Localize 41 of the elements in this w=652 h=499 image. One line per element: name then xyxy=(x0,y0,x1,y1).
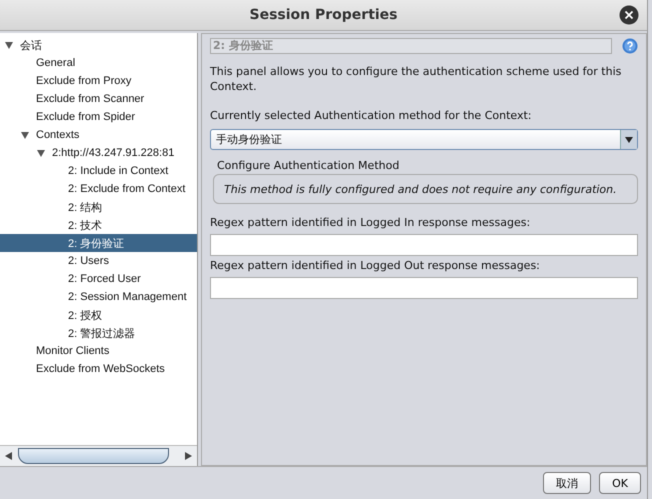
logged-out-field[interactable] xyxy=(210,277,638,299)
scroll-left-icon[interactable] xyxy=(4,451,14,461)
logged-in-label: Regex pattern identified in Logged In response messages: xyxy=(210,216,532,231)
tree-item[interactable]: 2: Session Management xyxy=(68,291,187,303)
tree-item[interactable]: 2: Include in Context xyxy=(68,165,168,177)
tree-item[interactable]: 2: Forced User xyxy=(68,273,141,285)
expand-arrow-icon[interactable] xyxy=(20,130,30,140)
tree-item[interactable]: 2: 技术 xyxy=(68,218,102,232)
help-icon[interactable] xyxy=(622,38,638,54)
window-title: Session Properties xyxy=(249,7,398,23)
scrollbar-thumb[interactable] xyxy=(18,448,169,464)
ok-button[interactable]: OK xyxy=(599,472,641,494)
tree-item[interactable]: 2: Users xyxy=(68,255,109,267)
tree-item[interactable]: Exclude from Spider xyxy=(36,111,136,123)
tree-item[interactable]: 会话 xyxy=(20,38,42,52)
logged-in-field[interactable] xyxy=(210,234,638,256)
expand-arrow-icon[interactable] xyxy=(36,148,46,158)
tree-item[interactable]: 2:http://43.247.91.228:81 xyxy=(52,147,174,159)
logged-out-label: Regex pattern identified in Logged Out response messages: xyxy=(210,259,541,274)
method-label: Currently selected Authentication method for the Context: xyxy=(210,109,532,124)
tree-item[interactable]: 2: 授权 xyxy=(68,308,102,322)
tree-item[interactable]: Contexts xyxy=(36,129,80,141)
tree-item[interactable]: Monitor Clients xyxy=(36,345,110,357)
tree-item[interactable]: 2: Exclude from Context xyxy=(68,183,186,195)
expand-arrow-icon[interactable] xyxy=(4,40,14,50)
panel-heading: 2: 身份验证 xyxy=(210,38,612,54)
tree-item[interactable]: Exclude from Proxy xyxy=(36,75,132,87)
panel-description: This panel allows you to configure the authentication scheme used for this Context. xyxy=(210,64,622,94)
tree-item[interactable]: General xyxy=(36,57,76,69)
horizontal-scrollbar[interactable] xyxy=(0,445,197,466)
method-dropdown[interactable]: 手动身份验证 xyxy=(210,129,638,150)
dropdown-arrow-icon xyxy=(624,136,634,144)
close-icon[interactable] xyxy=(619,5,639,25)
tree-item[interactable]: Exclude from WebSockets xyxy=(36,363,165,375)
cancel-button[interactable]: 取消 xyxy=(543,472,592,494)
tree-item[interactable]: 2: 结构 xyxy=(68,200,102,214)
tree-item[interactable]: Exclude from Scanner xyxy=(36,93,144,105)
scroll-right-icon[interactable] xyxy=(183,451,193,461)
tree-item[interactable]: 2: 警报过滤器 xyxy=(68,326,136,340)
configure-title: Configure Authentication Method xyxy=(217,159,400,172)
configure-note: This method is fully configured and does not require any configuration. xyxy=(224,182,617,196)
